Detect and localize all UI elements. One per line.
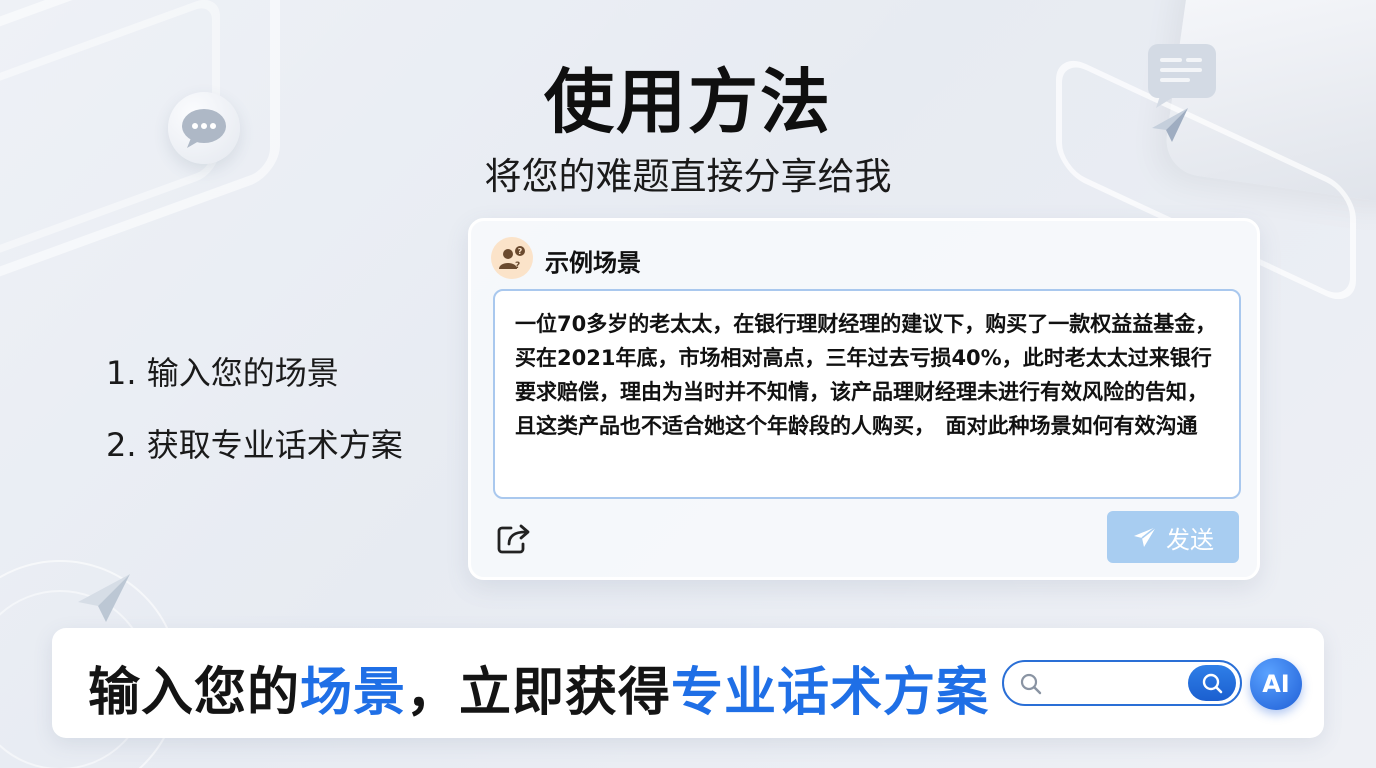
send-icon — [1134, 526, 1157, 547]
banner-slogan-highlight: 场景 — [300, 663, 407, 723]
search-icon — [1202, 673, 1223, 694]
send-button[interactable]: 发送 — [1107, 511, 1239, 563]
search-button[interactable] — [1188, 665, 1236, 701]
search-input[interactable] — [1002, 660, 1242, 706]
banner-slogan-highlight: 专业话术方案 — [671, 663, 990, 723]
page-title: 使用方法 — [544, 61, 832, 143]
banner-slogan: 输入您的场景，立即获得专业话术方案 — [88, 650, 989, 725]
step-get-script: 2. 获取专业话术方案 — [106, 426, 403, 464]
ai-assistant-button[interactable]: AI — [1250, 658, 1302, 710]
banner-slogan-part: ，立即获得 — [406, 663, 672, 723]
search-icon — [1020, 673, 1042, 695]
share-icon — [497, 524, 530, 554]
banner-slogan-part: 输入您的 — [88, 663, 301, 723]
card-title: 示例场景 — [545, 249, 641, 277]
share-button[interactable] — [495, 519, 533, 557]
example-scene-card: ? ? 示例场景 一位70多岁的老太太，在银行理财经理的建议下，购买了一款权益益… — [468, 218, 1260, 580]
user-question-icon: ? ? — [491, 237, 533, 279]
step-input-scene: 1. 输入您的场景 — [106, 354, 339, 392]
bottom-banner: 输入您的场景，立即获得专业话术方案 AI — [52, 628, 1324, 738]
scene-textarea[interactable]: 一位70多岁的老太太，在银行理财经理的建议下，购买了一款权益益基金，买在2021… — [493, 289, 1241, 499]
paper-plane-icon — [78, 574, 130, 622]
svg-text:?: ? — [515, 261, 520, 271]
send-button-label: 发送 — [1166, 525, 1214, 554]
svg-text:?: ? — [518, 247, 523, 256]
page-subtitle: 将您的难题直接分享给我 — [484, 155, 892, 198]
